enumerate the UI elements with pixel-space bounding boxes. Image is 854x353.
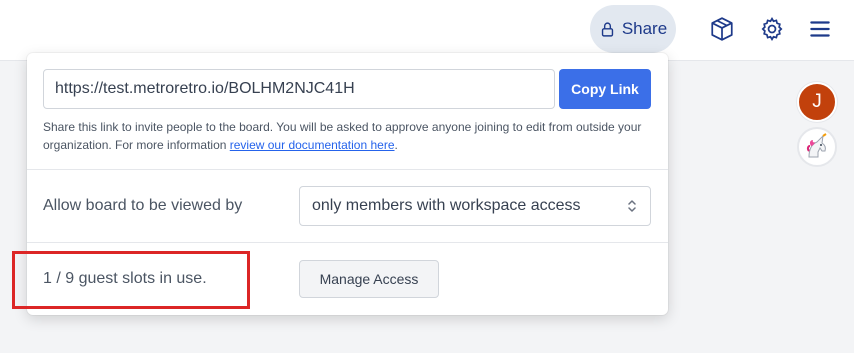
gear-icon[interactable] xyxy=(757,14,787,44)
lock-icon xyxy=(601,21,613,37)
menu-icon[interactable] xyxy=(805,14,835,44)
highlight-annotation xyxy=(12,251,250,309)
share-help-text: Share this link to invite people to the … xyxy=(43,120,642,152)
share-button[interactable]: Share xyxy=(590,5,676,53)
avatar[interactable]: J xyxy=(797,82,837,122)
view-permission-select[interactable]: only members with workspace access xyxy=(299,186,651,226)
divider xyxy=(27,169,668,170)
chevron-updown-icon xyxy=(628,200,636,212)
avatar-initial: J xyxy=(812,91,822,112)
view-permission-value: only members with workspace access xyxy=(312,197,581,214)
divider xyxy=(27,242,668,243)
documentation-link[interactable]: review our documentation here xyxy=(230,138,395,152)
share-link-input[interactable] xyxy=(43,69,555,109)
view-permission-label: Allow board to be viewed by xyxy=(43,197,243,214)
copy-link-button[interactable]: Copy Link xyxy=(559,69,651,109)
unicorn-avatar[interactable] xyxy=(797,127,837,167)
share-label: Share xyxy=(621,19,668,38)
unicorn-icon xyxy=(806,133,827,158)
top-bar: Share xyxy=(0,0,854,61)
box-icon[interactable] xyxy=(707,14,737,44)
manage-access-button[interactable]: Manage Access xyxy=(299,260,439,298)
